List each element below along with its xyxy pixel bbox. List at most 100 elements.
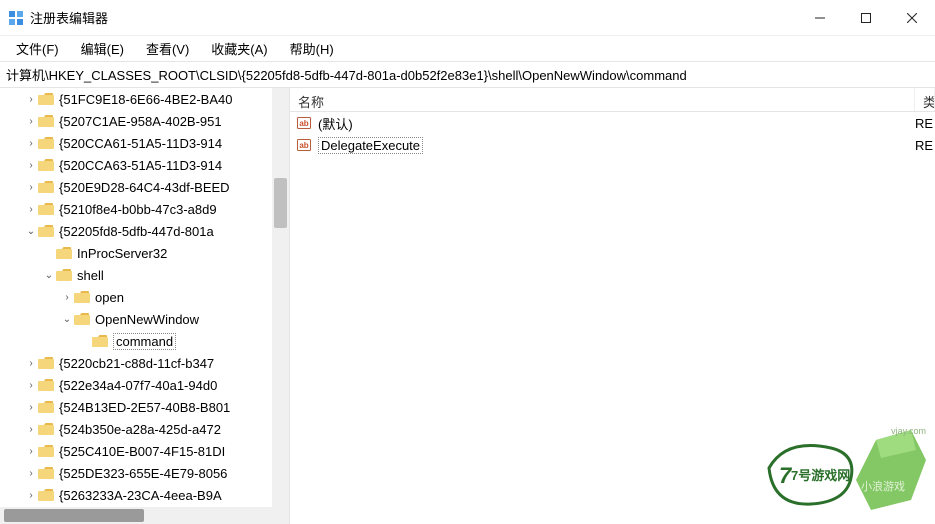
svg-text:ab: ab bbox=[299, 119, 308, 128]
value-name: (默认) bbox=[318, 114, 353, 133]
folder-icon bbox=[38, 92, 54, 106]
folder-icon bbox=[56, 246, 72, 260]
folder-icon bbox=[38, 400, 54, 414]
tree-item[interactable]: › {5207C1AE-958A-402B-951 bbox=[0, 110, 272, 132]
address-path: 计算机\HKEY_CLASSES_ROOT\CLSID\{52205fd8-5d… bbox=[6, 65, 687, 84]
menubar: 文件(F) 编辑(E) 查看(V) 收藏夹(A) 帮助(H) bbox=[0, 36, 935, 62]
menu-view[interactable]: 查看(V) bbox=[136, 36, 199, 61]
chevron-right-icon[interactable]: › bbox=[24, 446, 38, 457]
svg-text:ab: ab bbox=[299, 141, 308, 150]
watermark-logo: vjay.com 小浪游戏 7 7号游戏网 bbox=[761, 420, 931, 518]
chevron-right-icon[interactable]: › bbox=[24, 182, 38, 193]
chevron-right-icon[interactable]: › bbox=[24, 380, 38, 391]
chevron-right-icon[interactable]: › bbox=[24, 160, 38, 171]
tree-item[interactable]: › {5210f8e4-b0bb-47c3-a8d9 bbox=[0, 198, 272, 220]
tree-item[interactable]: ⌄ OpenNewWindow bbox=[0, 308, 272, 330]
string-value-icon: ab bbox=[296, 115, 312, 131]
tree-item[interactable]: › {520CCA61-51A5-11D3-914 bbox=[0, 132, 272, 154]
address-bar[interactable]: 计算机\HKEY_CLASSES_ROOT\CLSID\{52205fd8-5d… bbox=[0, 62, 935, 88]
tree-item[interactable]: InProcServer32 bbox=[0, 242, 272, 264]
chevron-right-icon[interactable]: › bbox=[60, 292, 74, 303]
tree-item-label: {51FC9E18-6E66-4BE2-BA40 bbox=[59, 92, 232, 107]
workspace: › {51FC9E18-6E66-4BE2-BA40 › {5207C1AE-958A… bbox=[0, 88, 935, 524]
close-button[interactable] bbox=[889, 0, 935, 35]
tree-item-label: shell bbox=[77, 268, 104, 283]
tree-item[interactable]: › {5263233A-23CA-4eea-B9A bbox=[0, 484, 272, 506]
tree-item[interactable]: ›{522e34a4-07f7-40a1-94d0 bbox=[0, 374, 272, 396]
chevron-right-icon[interactable]: › bbox=[24, 402, 38, 413]
folder-icon bbox=[38, 224, 54, 238]
column-header-type[interactable]: 类 bbox=[915, 88, 935, 111]
tree-item[interactable]: › open bbox=[0, 286, 272, 308]
svg-text:vjay.com: vjay.com bbox=[891, 426, 926, 436]
folder-icon bbox=[38, 422, 54, 436]
folder-icon bbox=[38, 202, 54, 216]
tree-item[interactable]: › {525C410E-B007-4F15-81DI bbox=[0, 440, 272, 462]
chevron-right-icon[interactable]: › bbox=[24, 94, 38, 105]
chevron-right-icon[interactable]: › bbox=[24, 204, 38, 215]
tree-item[interactable]: ⌄ shell bbox=[0, 264, 272, 286]
list-row[interactable]: ab (默认) RE bbox=[290, 112, 935, 134]
folder-icon bbox=[38, 180, 54, 194]
chevron-down-icon[interactable]: ⌄ bbox=[42, 270, 56, 281]
minimize-button[interactable] bbox=[797, 0, 843, 35]
column-header-name[interactable]: 名称 bbox=[290, 88, 915, 111]
tree-item[interactable]: ›{524B13ED-2E57-40B8-B801 bbox=[0, 396, 272, 418]
value-type: RE bbox=[915, 116, 935, 131]
tree-item[interactable]: › {5220cb21-c88d-11cf-b347 bbox=[0, 352, 272, 374]
tree-vertical-scrollbar[interactable] bbox=[272, 88, 289, 507]
folder-icon bbox=[38, 158, 54, 172]
chevron-right-icon[interactable]: › bbox=[24, 468, 38, 479]
menu-file[interactable]: 文件(F) bbox=[6, 36, 69, 61]
scrollbar-corner bbox=[272, 507, 289, 524]
tree-item-label: {5220cb21-c88d-11cf-b347 bbox=[59, 356, 214, 371]
value-type: RE bbox=[915, 138, 935, 153]
chevron-right-icon[interactable]: › bbox=[24, 116, 38, 127]
window-title: 注册表编辑器 bbox=[30, 8, 108, 27]
tree-item-label: {525DE323-655E-4E79-8056 bbox=[59, 466, 227, 481]
tree-item-label: {520CCA61-51A5-11D3-914 bbox=[59, 136, 222, 151]
list-row[interactable]: abDelegateExecuteRE bbox=[290, 134, 935, 156]
tree-item[interactable]: command bbox=[0, 330, 272, 352]
tree-item-label: {5263233A-23CA-4eea-B9A bbox=[59, 488, 222, 503]
folder-icon bbox=[74, 312, 90, 326]
chevron-down-icon[interactable]: ⌄ bbox=[60, 314, 74, 325]
tree-item[interactable]: › {525DE323-655E-4E79-8056 bbox=[0, 462, 272, 484]
chevron-right-icon[interactable]: › bbox=[24, 358, 38, 369]
svg-text:小浪游戏: 小浪游戏 bbox=[861, 479, 905, 493]
chevron-right-icon[interactable]: › bbox=[24, 424, 38, 435]
tree-item-label: {5210f8e4-b0bb-47c3-a8d9 bbox=[59, 202, 217, 217]
folder-icon bbox=[38, 444, 54, 458]
horizontal-scroll-thumb[interactable] bbox=[4, 509, 144, 522]
folder-icon bbox=[56, 268, 72, 282]
tree-view[interactable]: › {51FC9E18-6E66-4BE2-BA40 › {5207C1AE-958A… bbox=[0, 88, 272, 507]
vertical-scroll-thumb[interactable] bbox=[274, 178, 287, 228]
svg-text:7: 7 bbox=[779, 463, 793, 488]
tree-item-label: {525C410E-B007-4F15-81DI bbox=[59, 444, 225, 459]
tree-item[interactable]: ⌄{52205fd8-5dfb-447d-801a bbox=[0, 220, 272, 242]
list-view[interactable]: ab(默认)REabDelegateExecuteRE bbox=[290, 112, 935, 156]
tree-item-label: {5207C1AE-958A-402B-951 bbox=[59, 114, 222, 129]
folder-icon bbox=[38, 488, 54, 502]
folder-icon bbox=[38, 114, 54, 128]
folder-icon bbox=[38, 356, 54, 370]
titlebar: 注册表编辑器 bbox=[0, 0, 935, 36]
tree-item-label: OpenNewWindow bbox=[95, 312, 199, 327]
menu-edit[interactable]: 编辑(E) bbox=[71, 36, 134, 61]
tree-item[interactable]: › {524b350e-a28a-425d-a472 bbox=[0, 418, 272, 440]
tree-item[interactable]: ›{520E9D28-64C4-43df-BEED bbox=[0, 176, 272, 198]
menu-favorites[interactable]: 收藏夹(A) bbox=[201, 36, 277, 61]
tree-item-label: {524b350e-a28a-425d-a472 bbox=[59, 422, 221, 437]
tree-item[interactable]: › {51FC9E18-6E66-4BE2-BA40 bbox=[0, 88, 272, 110]
chevron-right-icon[interactable]: › bbox=[24, 490, 38, 501]
chevron-right-icon[interactable]: › bbox=[24, 138, 38, 149]
tree-horizontal-scrollbar[interactable] bbox=[0, 507, 272, 524]
tree-item[interactable]: ›{520CCA63-51A5-11D3-914 bbox=[0, 154, 272, 176]
folder-icon bbox=[92, 334, 108, 348]
menu-help[interactable]: 帮助(H) bbox=[280, 36, 344, 61]
tree-item-label: open bbox=[95, 290, 124, 305]
tree-item-label: InProcServer32 bbox=[77, 246, 167, 261]
maximize-button[interactable] bbox=[843, 0, 889, 35]
chevron-down-icon[interactable]: ⌄ bbox=[24, 226, 38, 237]
list-header: 名称 类 bbox=[290, 88, 935, 112]
